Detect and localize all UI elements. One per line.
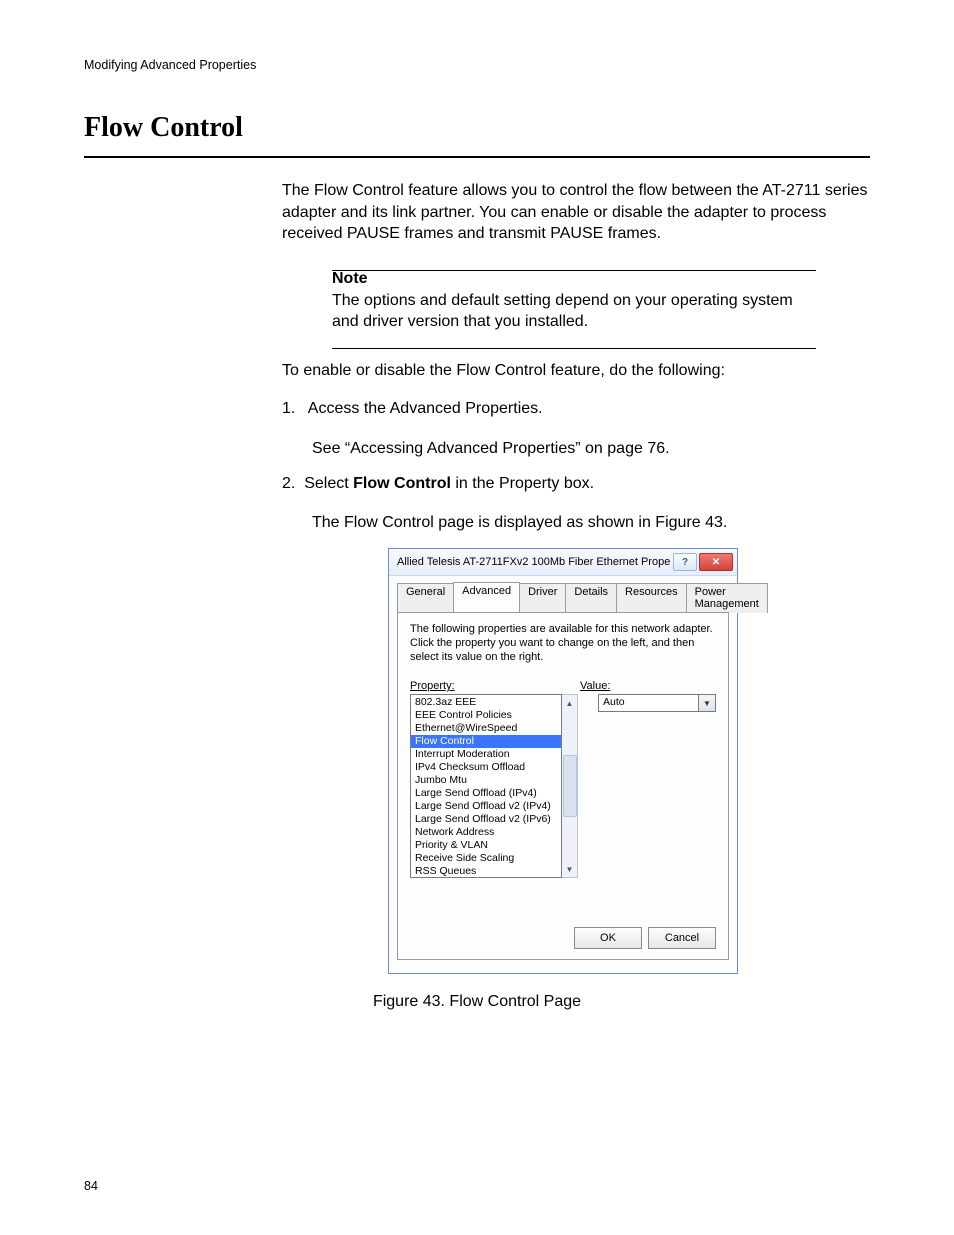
step-2: 2. Select Flow Control in the Property b… <box>282 475 870 493</box>
list-item[interactable]: Receive Side Scaling <box>411 852 561 865</box>
figure-caption: Figure 43. Flow Control Page <box>0 993 954 1011</box>
value-label: Value: <box>580 680 610 692</box>
tab-description: The following properties are available f… <box>410 623 716 664</box>
step-2-post: in the Property box. <box>451 475 594 492</box>
list-item[interactable]: 802.3az EEE <box>411 696 561 709</box>
tab-advanced[interactable]: Advanced <box>453 582 520 612</box>
list-item[interactable]: Flow Control <box>411 735 561 748</box>
step-2-number: 2. <box>282 475 295 492</box>
scroll-up-icon[interactable]: ▲ <box>562 695 577 711</box>
step-1-text: Access the Advanced Properties. <box>308 400 543 417</box>
listbox-scrollbar[interactable]: ▲ ▼ <box>562 694 578 878</box>
dialog-title: Allied Telesis AT-2711FXv2 100Mb Fiber E… <box>397 556 671 568</box>
tab-strip: GeneralAdvancedDriverDetailsResourcesPow… <box>389 576 737 612</box>
list-item[interactable]: Jumbo Mtu <box>411 774 561 787</box>
property-label-rest: roperty: <box>417 680 454 692</box>
step-2-bold: Flow Control <box>353 475 451 492</box>
note-heading: Note <box>332 270 368 287</box>
dialog-titlebar: Allied Telesis AT-2711FXv2 100Mb Fiber E… <box>389 549 737 576</box>
step-1: 1. Access the Advanced Properties. <box>282 398 870 420</box>
list-item[interactable]: Large Send Offload v2 (IPv6) <box>411 813 561 826</box>
note-block: Note The options and default setting dep… <box>332 268 816 333</box>
title-rule <box>84 156 870 158</box>
value-combobox-text: Auto <box>598 694 698 712</box>
running-header: Modifying Advanced Properties <box>84 58 256 72</box>
step-2-sub: The Flow Control page is displayed as sh… <box>312 512 870 534</box>
tab-resources[interactable]: Resources <box>616 583 687 613</box>
property-label: Property: <box>410 680 580 692</box>
value-label-rest: alue: <box>587 680 611 692</box>
list-item[interactable]: EEE Control Policies <box>411 709 561 722</box>
tab-power-management[interactable]: Power Management <box>686 583 768 613</box>
note-bottom-rule <box>332 348 816 349</box>
list-item[interactable]: Priority & VLAN <box>411 839 561 852</box>
list-item[interactable]: Interrupt Moderation <box>411 748 561 761</box>
list-item[interactable]: Ethernet@WireSpeed <box>411 722 561 735</box>
step-2-pre: Select <box>304 475 353 492</box>
tab-general[interactable]: General <box>397 583 454 613</box>
properties-dialog: Allied Telesis AT-2711FXv2 100Mb Fiber E… <box>388 548 738 974</box>
chevron-down-icon[interactable]: ▼ <box>698 694 716 712</box>
procedure-lead-in: To enable or disable the Flow Control fe… <box>282 360 870 382</box>
list-item[interactable]: Network Address <box>411 826 561 839</box>
list-item[interactable]: IPv4 Checksum Offload <box>411 761 561 774</box>
ok-button[interactable]: OK <box>574 927 642 949</box>
step-1-sub: See “Accessing Advanced Properties” on p… <box>312 438 870 460</box>
list-item[interactable]: Large Send Offload (IPv4) <box>411 787 561 800</box>
list-item[interactable]: Large Send Offload v2 (IPv4) <box>411 800 561 813</box>
cancel-button[interactable]: Cancel <box>648 927 716 949</box>
tab-driver[interactable]: Driver <box>519 583 566 613</box>
scroll-down-icon[interactable]: ▼ <box>562 861 577 877</box>
help-button[interactable]: ? <box>673 553 697 571</box>
scroll-thumb[interactable] <box>563 755 577 817</box>
list-item[interactable]: RSS Queues <box>411 865 561 878</box>
note-body: The options and default setting depend o… <box>332 292 793 331</box>
section-title: Flow Control <box>84 112 243 144</box>
tab-body-advanced: The following properties are available f… <box>397 612 729 960</box>
intro-paragraph: The Flow Control feature allows you to c… <box>282 180 870 245</box>
value-combobox[interactable]: Auto ▼ <box>598 694 716 712</box>
step-1-number: 1. <box>282 400 295 417</box>
page-number: 84 <box>84 1179 98 1193</box>
tab-details[interactable]: Details <box>565 583 617 613</box>
close-button[interactable]: ✕ <box>699 553 733 571</box>
property-listbox[interactable]: 802.3az EEEEEE Control PoliciesEthernet@… <box>410 694 562 878</box>
